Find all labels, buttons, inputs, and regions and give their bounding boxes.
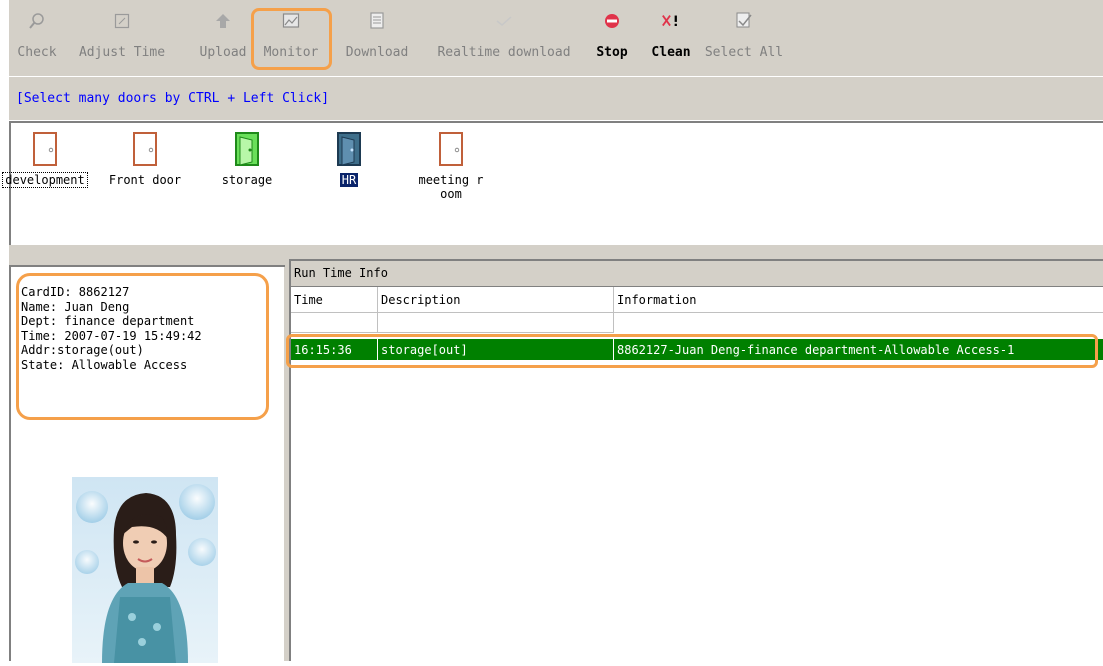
select-all-label: Select All xyxy=(704,45,784,60)
toolbar: Check Adjust Time Upload Monitor Downloa… xyxy=(9,0,1103,76)
door-label: Front door xyxy=(108,173,182,187)
select-all-icon xyxy=(734,11,754,31)
clean-button[interactable]: Clean xyxy=(641,0,701,70)
runtime-info-pane: Run Time Info Time Description Informati… xyxy=(289,259,1103,661)
adjust-time-button[interactable]: Adjust Time xyxy=(67,0,177,70)
door-closed-icon xyxy=(132,131,158,167)
monitor-highlight xyxy=(251,8,332,70)
door-item[interactable]: storage xyxy=(205,131,289,187)
cardholder-photo xyxy=(72,477,218,663)
stop-label: Stop xyxy=(596,45,628,60)
door-item[interactable]: HR xyxy=(307,131,391,187)
clean-label: Clean xyxy=(651,45,691,60)
upload-icon xyxy=(213,11,233,31)
realtime-download-button[interactable]: Realtime download xyxy=(421,0,587,70)
cell-information xyxy=(614,313,1103,333)
hint-text: [Select many doors by CTRL + Left Click] xyxy=(16,91,330,106)
select-all-button[interactable]: Select All xyxy=(699,0,789,70)
realtime-download-label: Realtime download xyxy=(437,45,571,60)
check-button[interactable]: Check xyxy=(9,0,65,70)
row-highlight xyxy=(286,334,1098,368)
column-header-time[interactable]: Time xyxy=(291,287,378,313)
clock-icon xyxy=(112,11,132,31)
cell-description xyxy=(378,313,614,333)
column-header-label: Description xyxy=(381,293,461,307)
door-label: meeting room xyxy=(418,173,484,201)
adjust-time-label: Adjust Time xyxy=(78,45,166,60)
column-header-information[interactable]: Information xyxy=(614,287,1103,313)
door-selected-icon xyxy=(336,131,362,167)
column-header-description[interactable]: Description xyxy=(378,287,614,313)
door-item[interactable]: meeting room xyxy=(409,131,493,201)
door-closed-icon xyxy=(32,131,58,167)
magnifier-icon xyxy=(27,11,47,31)
door-panel: development Front door storage HR meetin… xyxy=(2,121,1103,245)
door-closed-icon xyxy=(438,131,464,167)
door-item[interactable]: development xyxy=(2,131,88,188)
door-open-icon xyxy=(234,131,260,167)
realtime-download-icon xyxy=(494,11,514,31)
cell-time xyxy=(291,313,378,333)
upload-label: Upload xyxy=(199,45,247,60)
stop-button[interactable]: Stop xyxy=(589,0,635,70)
download-button[interactable]: Download xyxy=(338,0,416,70)
door-label: development xyxy=(2,172,88,188)
card-info-highlight xyxy=(16,273,269,420)
stop-icon xyxy=(602,11,622,31)
upload-button[interactable]: Upload xyxy=(191,0,255,70)
door-label: HR xyxy=(339,173,359,187)
download-label: Download xyxy=(345,45,409,60)
door-item[interactable]: Front door xyxy=(103,131,187,187)
download-icon xyxy=(367,11,387,31)
check-label: Check xyxy=(17,45,57,60)
door-label: storage xyxy=(221,173,273,187)
column-header-label: Information xyxy=(617,293,697,307)
column-header-label: Time xyxy=(294,293,323,307)
hint-bar: [Select many doors by CTRL + Left Click] xyxy=(9,76,1103,120)
runtime-title-bar: Run Time Info xyxy=(291,261,1103,287)
runtime-title: Run Time Info xyxy=(294,266,388,280)
clean-icon xyxy=(661,11,681,31)
